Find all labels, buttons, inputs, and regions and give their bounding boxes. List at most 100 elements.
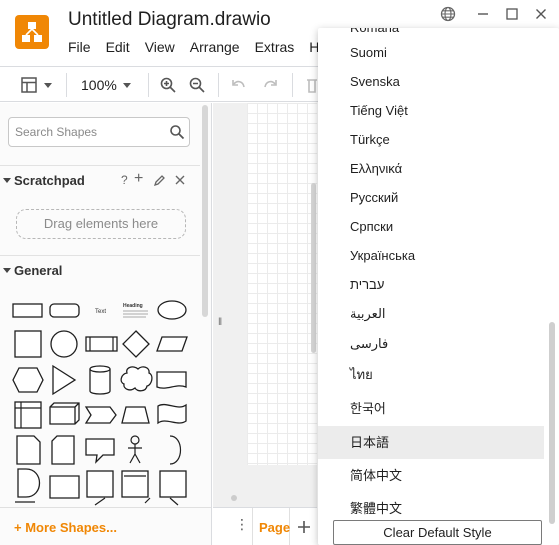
circle-shape[interactable] — [50, 330, 78, 358]
menu-item-language[interactable]: ไทย — [318, 360, 544, 389]
menu-item-language[interactable]: Türkçe — [318, 125, 544, 154]
menu-item-language-selected[interactable]: 日本語 — [318, 426, 544, 459]
trash-icon — [307, 79, 317, 93]
canvas-scroll-dot[interactable] — [231, 495, 237, 501]
or-shape[interactable] — [169, 435, 182, 465]
callout-shape[interactable] — [85, 438, 115, 464]
zoom-out-button[interactable] — [188, 75, 206, 95]
cloud-shape[interactable] — [120, 366, 153, 392]
delay-shape[interactable] — [17, 468, 41, 498]
process-shape[interactable] — [85, 336, 118, 352]
close-icon[interactable] — [174, 174, 186, 186]
menu-file[interactable]: File — [68, 39, 91, 59]
scratchpad-header[interactable]: Scratchpad ? + — [0, 165, 200, 193]
diagram-canvas[interactable]: ‖ — [213, 103, 317, 545]
menu-item-language[interactable]: فارسی — [318, 329, 544, 358]
card-shape[interactable] — [51, 435, 75, 465]
display-shape[interactable] — [49, 475, 80, 499]
more-shapes-label: + More Shapes... — [14, 520, 117, 535]
menu-view[interactable]: View — [145, 39, 175, 59]
menu-extras[interactable]: Extras — [255, 39, 295, 59]
drawio-logo — [15, 15, 49, 49]
menu-item-language[interactable]: Svenska — [318, 67, 544, 96]
toolbar-divider — [218, 73, 219, 97]
menu-item-language[interactable]: 简体中文 — [318, 461, 544, 490]
close-icon[interactable] — [533, 6, 549, 22]
square-shape[interactable] — [86, 470, 114, 498]
search-icon[interactable] — [169, 124, 185, 140]
search-box[interactable] — [8, 117, 190, 147]
zoom-in-button[interactable] — [159, 75, 177, 95]
help-icon[interactable]: ? — [121, 173, 128, 187]
menu-arrange[interactable]: Arrange — [190, 39, 240, 59]
document-shape[interactable] — [156, 371, 187, 389]
menu-bar: File Edit View Arrange Extras H — [68, 39, 334, 59]
internal-storage-shape[interactable] — [14, 401, 42, 429]
menu-item-language[interactable]: Tiếng Việt — [318, 96, 544, 125]
note-shape[interactable] — [16, 435, 41, 465]
drag-hint: Drag elements here — [43, 216, 159, 231]
textbox-lines — [123, 310, 148, 318]
collapse-triangle-icon — [3, 268, 11, 273]
menu-item-language[interactable]: Suomi — [318, 38, 544, 67]
tape-shape[interactable] — [157, 403, 187, 425]
rounded-rectangle-shape[interactable] — [49, 303, 80, 318]
square-shape[interactable] — [159, 470, 187, 498]
redo-button[interactable] — [261, 75, 279, 95]
trapezoid-shape[interactable] — [121, 406, 150, 424]
actor-body[interactable] — [128, 444, 142, 464]
container-shape[interactable] — [121, 470, 149, 498]
language-menu-scrollbar[interactable] — [549, 322, 555, 524]
menu-edit[interactable]: Edit — [106, 39, 130, 59]
rectangle-shape[interactable] — [12, 303, 43, 318]
textbox-heading[interactable]: Heading — [123, 303, 143, 309]
delete-button[interactable] — [305, 75, 319, 95]
edit-icon[interactable] — [153, 174, 166, 187]
page-tabs-bar: ⋮ Page — [213, 507, 317, 545]
scratchpad-drop-zone[interactable]: Drag elements here — [16, 209, 186, 239]
more-shapes-button[interactable]: + More Shapes... — [0, 507, 211, 545]
chevron-down-icon — [122, 82, 131, 88]
ellipse-shape[interactable] — [157, 300, 187, 320]
cube-shape[interactable] — [49, 402, 80, 425]
diamond-shape[interactable] — [122, 330, 150, 358]
menu-item-language[interactable]: العربية — [318, 299, 544, 328]
minimize-icon[interactable] — [475, 6, 491, 22]
actor-head[interactable] — [130, 435, 140, 445]
menu-item-language[interactable]: 한국어 — [318, 394, 544, 423]
hexagon-shape[interactable] — [12, 367, 44, 393]
cut-shapes — [15, 497, 179, 506]
square-shape[interactable] — [14, 330, 42, 358]
general-header[interactable]: General — [0, 255, 200, 283]
step-shape[interactable] — [84, 406, 117, 424]
panel-resize-handle[interactable]: ‖ — [218, 317, 222, 328]
menu-item-language[interactable]: Українська — [318, 241, 544, 270]
text-shape[interactable]: Text — [95, 309, 106, 315]
menu-item-language[interactable]: עברית — [318, 270, 544, 299]
canvas-grid[interactable] — [247, 103, 317, 465]
search-input[interactable] — [15, 123, 165, 141]
menu-item-language[interactable]: Русский — [318, 183, 544, 212]
add-page-icon[interactable] — [297, 520, 311, 534]
scratchpad-title: Scratchpad — [14, 173, 85, 188]
zoom-dropdown[interactable]: 100% — [81, 75, 131, 95]
shape-palette: Text Heading — [12, 300, 188, 506]
add-icon[interactable]: + — [134, 170, 143, 188]
maximize-icon[interactable] — [504, 6, 520, 22]
clear-default-style-button[interactable]: Clear Default Style — [333, 520, 542, 545]
tab-page[interactable]: Page — [252, 508, 290, 545]
canvas-scrollbar[interactable] — [311, 183, 316, 353]
menu-item-language[interactable]: Српски — [318, 212, 544, 241]
menu-item-language[interactable]: Ελληνικά — [318, 154, 544, 183]
sidebar-scrollbar[interactable] — [202, 105, 208, 317]
menu-item-language[interactable]: 繁體中文 — [318, 494, 544, 523]
cylinder-shape[interactable] — [89, 365, 111, 395]
document-title[interactable]: Untitled Diagram.drawio — [68, 9, 271, 31]
triangle-shape[interactable] — [52, 364, 77, 396]
globe-icon[interactable] — [440, 6, 456, 22]
chevron-down-icon — [44, 82, 52, 88]
format-panel-button[interactable] — [20, 75, 52, 95]
parallelogram-shape[interactable] — [156, 336, 188, 352]
undo-button[interactable] — [230, 75, 248, 95]
page-menu-icon[interactable]: ⋮ — [235, 516, 249, 533]
